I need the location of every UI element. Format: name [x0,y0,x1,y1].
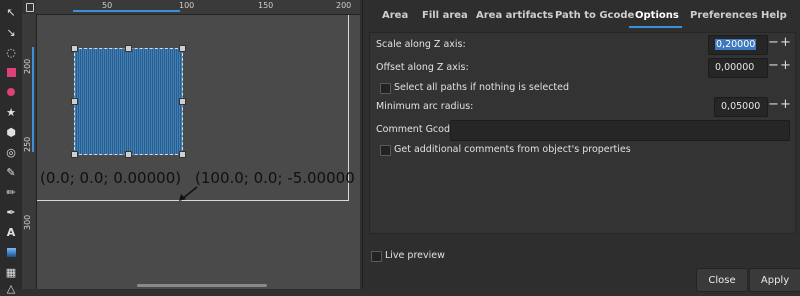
star-tool-icon[interactable]: ★ [3,104,19,120]
scale-handle[interactable] [179,45,186,52]
spiral-tool-icon[interactable]: ◎ [3,144,19,160]
tweak-tool-icon[interactable]: ◌ [3,44,19,60]
tab-fill-area[interactable]: Fill area [422,10,468,21]
box3d-tool-icon[interactable]: ⬢ [3,124,19,140]
ruler-selection-marker [73,10,180,12]
min-arc-minus-button[interactable]: − [768,97,779,112]
mesh-tool-icon[interactable]: ▦ [3,264,19,280]
coordinate-label-origin: (0.0; 0.0; 0.00000) [40,169,182,187]
coordinate-label-x: (100.0; 0.0; -5.00000 [195,169,355,187]
scale-handle[interactable] [179,98,186,105]
selected-area-hatch[interactable] [74,48,183,155]
options-page: Scale along Z axis: 0,20000 − + Offset a… [369,32,796,234]
gcodetools-dialog: Area Fill area Area artifacts Path to Gc… [362,0,800,292]
ruler-label: 50 [102,1,113,10]
ruler-label: 200 [336,1,352,10]
pen-tool-icon[interactable]: ✎ [3,164,19,180]
text-tool-icon[interactable]: A [3,224,19,240]
tab-area-artifacts[interactable]: Area artifacts [476,10,553,21]
scale-handle[interactable] [71,98,78,105]
lock-icon[interactable] [26,3,34,12]
pencil-tool-icon[interactable]: ✏ [3,184,19,200]
ruler-label: 300 [23,214,32,230]
live-preview-label: Live preview [385,250,445,261]
rectangle-tool-icon[interactable] [3,64,19,80]
live-preview-checkbox[interactable] [371,251,382,262]
scale-z-value: 0,20000 [715,39,757,50]
min-arc-radius-value: 0,05000 [721,101,761,112]
node-tool-icon[interactable]: ↘ [3,24,19,40]
gradient-tool-icon[interactable] [3,244,19,260]
offset-z-plus-button[interactable]: + [780,58,791,73]
scale-handle[interactable] [71,151,78,158]
scale-handle[interactable] [179,151,186,158]
ruler-label: 100 [179,1,195,10]
scale-z-label: Scale along Z axis: [376,39,466,50]
comment-gcode-input[interactable] [450,120,790,141]
scale-handle[interactable] [125,151,132,158]
comment-gcode-label: Comment Gcode: [376,124,460,135]
ellipse-tool-icon[interactable] [3,84,19,100]
offset-z-field[interactable]: 0,00000 [708,58,768,78]
ruler-label: 200 [23,58,32,74]
ruler-label: 250 [23,136,32,152]
active-tab-indicator [629,26,682,28]
offset-z-value: 0,00000 [715,62,755,73]
drawing-canvas[interactable]: (0.0; 0.0; 0.00000) (100.0; 0.0; -5.0000… [37,15,360,289]
offset-z-minus-button[interactable]: − [768,58,779,73]
selector-tool-icon[interactable]: ↖ [3,4,19,20]
horizontal-ruler[interactable]: 50 100 150 200 [36,0,360,15]
min-arc-radius-field[interactable]: 0,05000 [714,97,768,117]
apply-button[interactable]: Apply [749,268,800,292]
tab-bar: Area Fill area Area artifacts Path to Gc… [363,0,800,32]
ruler-label: 150 [258,1,274,10]
tab-options[interactable]: Options [635,10,679,21]
select-all-paths-checkbox[interactable] [380,83,391,94]
vertical-ruler[interactable]: 200 250 300 [22,14,37,289]
ruler-corner [22,0,36,14]
calligraphy-tool-icon[interactable]: ✒ [3,204,19,220]
scale-z-field[interactable]: 0,20000 [708,35,768,55]
close-button[interactable]: Close [696,268,748,292]
tab-preferences[interactable]: Preferences [690,10,758,21]
orientation-arrow-icon [179,186,198,201]
tab-area[interactable]: Area [382,10,408,21]
tool-bar: ↖ ↘ ◌ ★ ⬢ ◎ ✎ ✏ ✒ A ▦ △ [0,0,23,295]
additional-comments-label: Get additional comments from object's pr… [394,144,631,155]
dropper-tool-icon[interactable]: △ [3,280,19,296]
scale-z-minus-button[interactable]: − [768,35,779,50]
offset-z-label: Offset along Z axis: [376,62,469,73]
horizontal-scrollbar[interactable] [137,284,267,287]
tab-path-to-gcode[interactable]: Path to Gcode [555,10,634,21]
min-arc-plus-button[interactable]: + [780,97,791,112]
additional-comments-checkbox[interactable] [380,145,391,156]
ruler-selection-marker [32,47,34,152]
scale-handle[interactable] [71,45,78,52]
scale-z-plus-button[interactable]: + [780,35,791,50]
scale-handle[interactable] [125,45,132,52]
select-all-paths-label: Select all paths if nothing is selected [394,82,570,93]
tab-help[interactable]: Help [761,10,787,21]
min-arc-radius-label: Minimum arc radius: [376,101,474,112]
